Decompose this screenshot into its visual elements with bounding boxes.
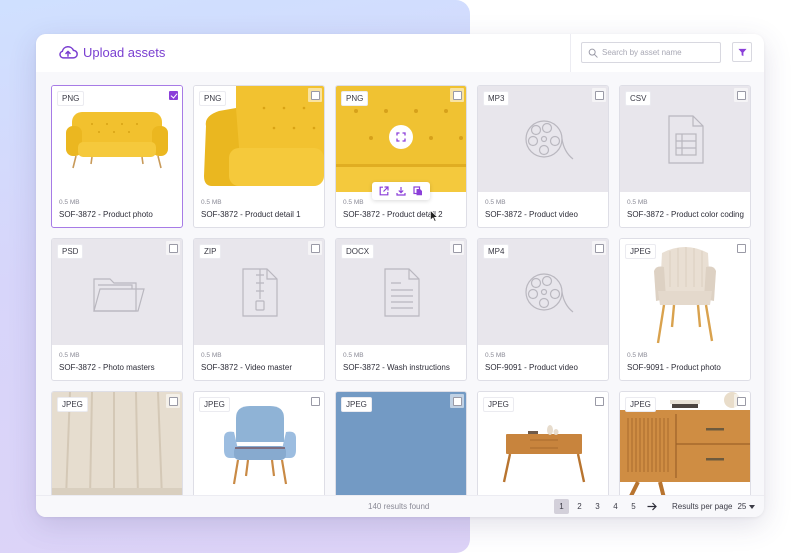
file-type-badge: PNG xyxy=(57,91,85,106)
copy-icon[interactable] xyxy=(413,186,423,196)
file-type-badge: MP3 xyxy=(483,91,510,106)
page-button[interactable]: 2 xyxy=(572,499,587,514)
asset-grid: PNG 0.5 MB SOF-3872 - Product photo PNG … xyxy=(51,85,751,517)
file-type-badge: PNG xyxy=(341,91,369,106)
asset-card[interactable]: MP3 0.5 MB SOF-3872 - Product video xyxy=(477,85,609,228)
page-button[interactable]: 3 xyxy=(590,499,605,514)
file-size: 0.5 MB xyxy=(343,352,364,359)
asset-card[interactable]: JPEG 0.5 MB SOF-9091 - Product photo xyxy=(619,238,751,381)
download-icon[interactable] xyxy=(396,186,406,196)
select-checkbox[interactable] xyxy=(450,394,464,408)
select-checkbox[interactable] xyxy=(592,394,606,408)
results-count: 140 results found xyxy=(368,502,430,511)
asset-name[interactable]: SOF-3872 - Product photo xyxy=(59,210,153,219)
file-size: 0.5 MB xyxy=(201,199,222,206)
asset-name[interactable]: SOF-9091 - Product video xyxy=(485,363,578,372)
asset-card[interactable]: MP4 0.5 MB SOF-9091 - Product video xyxy=(477,238,609,381)
select-checkbox[interactable] xyxy=(592,88,606,102)
asset-name[interactable]: SOF-3872 - Video master xyxy=(201,363,292,372)
select-checkbox[interactable] xyxy=(734,88,748,102)
asset-card[interactable]: PNG 0.5 MB SOF-3872 - Product detail 2 xyxy=(335,85,467,228)
open-external-icon[interactable] xyxy=(379,186,389,196)
asset-card[interactable]: PSD 0.5 MB SOF-3872 - Photo masters xyxy=(51,238,183,381)
file-size: 0.5 MB xyxy=(627,352,648,359)
search-input[interactable] xyxy=(602,48,720,57)
select-checkbox[interactable] xyxy=(592,241,606,255)
file-size: 0.5 MB xyxy=(485,352,506,359)
file-type-badge: PNG xyxy=(199,91,227,106)
asset-name[interactable]: SOF-3872 - Wash instructions xyxy=(343,363,450,372)
file-size: 0.5 MB xyxy=(343,199,364,206)
toolbar-divider xyxy=(570,34,571,72)
file-type-badge: MP4 xyxy=(483,244,510,259)
file-size: 0.5 MB xyxy=(627,199,648,206)
asset-card[interactable]: CSV 0.5 MB SOF-3872 - Product color codi… xyxy=(619,85,751,228)
search-icon xyxy=(588,48,598,58)
hover-action-bar xyxy=(372,182,430,200)
asset-name[interactable]: SOF-3872 - Product detail 2 xyxy=(343,210,443,219)
file-type-badge: PSD xyxy=(57,244,84,259)
asset-card[interactable]: PNG 0.5 MB SOF-3872 - Product detail 1 xyxy=(193,85,325,228)
asset-name[interactable]: SOF-3872 - Product detail 1 xyxy=(201,210,301,219)
cloud-upload-icon xyxy=(59,46,78,59)
file-type-badge: JPEG xyxy=(625,397,656,412)
mouse-cursor-icon xyxy=(430,210,438,222)
file-size: 0.5 MB xyxy=(201,352,222,359)
results-per-page-value: 25 xyxy=(737,502,747,511)
search-box[interactable] xyxy=(581,42,721,63)
filter-button[interactable] xyxy=(732,42,752,62)
results-per-page-label: Results per page xyxy=(672,502,733,511)
file-type-badge: JPEG xyxy=(57,397,88,412)
asset-library-panel: Upload assets Search by asset name PNG 0… xyxy=(36,34,764,517)
next-page-button[interactable] xyxy=(644,499,659,514)
file-type-badge: CSV xyxy=(625,91,652,106)
select-checkbox[interactable] xyxy=(166,241,180,255)
results-per-page-select[interactable]: 25 xyxy=(737,502,756,511)
expand-preview-button[interactable] xyxy=(389,125,413,149)
file-size: 0.5 MB xyxy=(59,199,80,206)
file-type-badge: JPEG xyxy=(341,397,372,412)
pagination: 1 2 3 4 5 xyxy=(554,499,659,514)
asset-card[interactable]: ZIP 0.5 MB SOF-3872 - Video master xyxy=(193,238,325,381)
select-checkbox[interactable] xyxy=(308,241,322,255)
asset-name[interactable]: SOF-9091 - Product photo xyxy=(627,363,721,372)
file-type-badge: DOCX xyxy=(341,244,375,259)
file-type-badge: ZIP xyxy=(199,244,222,259)
select-checkbox[interactable] xyxy=(450,88,464,102)
select-checkbox[interactable] xyxy=(166,88,180,102)
toolbar: Upload assets xyxy=(36,34,764,72)
asset-card[interactable]: DOCX 0.5 MB SOF-3872 - Wash instructions xyxy=(335,238,467,381)
upload-assets-button[interactable]: Upload assets xyxy=(58,44,165,60)
select-checkbox[interactable] xyxy=(734,394,748,408)
file-type-badge: JPEG xyxy=(199,397,230,412)
arrow-right-icon xyxy=(647,502,657,511)
pagination-footer: 140 results found 1 2 3 4 5 Results per … xyxy=(36,495,764,517)
select-checkbox[interactable] xyxy=(734,241,748,255)
expand-icon xyxy=(396,132,406,142)
checkmark-icon xyxy=(168,90,178,100)
page-button[interactable]: 4 xyxy=(608,499,623,514)
asset-name[interactable]: SOF-3872 - Product color coding xyxy=(627,210,744,219)
select-checkbox[interactable] xyxy=(308,394,322,408)
file-size: 0.5 MB xyxy=(485,199,506,206)
page-button[interactable]: 5 xyxy=(626,499,641,514)
file-type-badge: JPEG xyxy=(483,397,514,412)
file-size: 0.5 MB xyxy=(59,352,80,359)
file-type-badge: JPEG xyxy=(625,244,656,259)
page-button[interactable]: 1 xyxy=(554,499,569,514)
asset-card[interactable]: PNG 0.5 MB SOF-3872 - Product photo xyxy=(51,85,183,228)
asset-name[interactable]: SOF-3872 - Photo masters xyxy=(59,363,155,372)
filter-icon xyxy=(737,48,747,56)
upload-assets-label: Upload assets xyxy=(83,44,166,60)
caret-down-icon xyxy=(749,504,756,509)
select-checkbox[interactable] xyxy=(166,394,180,408)
select-checkbox[interactable] xyxy=(308,88,322,102)
asset-name[interactable]: SOF-3872 - Product video xyxy=(485,210,578,219)
results-per-page: Results per page 25 xyxy=(672,502,756,511)
select-checkbox[interactable] xyxy=(450,241,464,255)
